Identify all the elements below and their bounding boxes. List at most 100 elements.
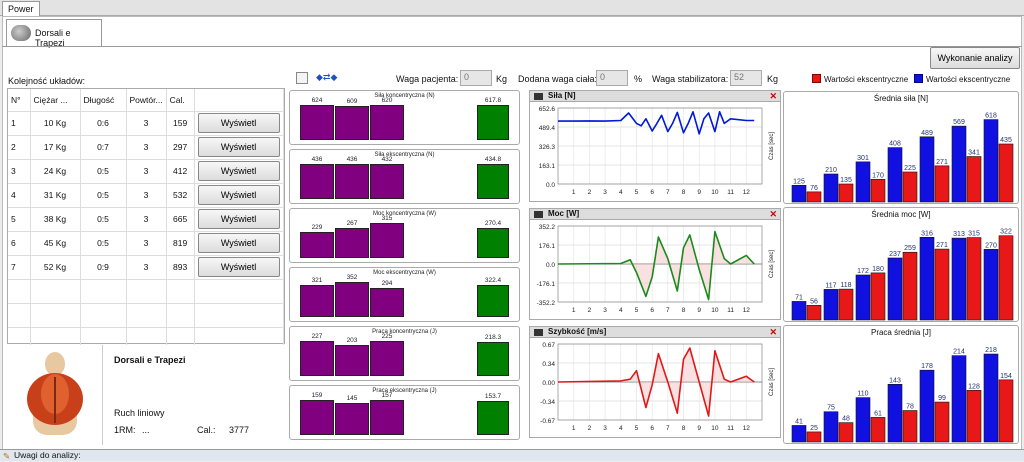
col-length[interactable]: Długość	[80, 89, 127, 112]
table-cell: 0:5	[80, 207, 127, 232]
table-cell: 159	[166, 111, 195, 136]
sequence-label: Kolejność układów:	[8, 76, 86, 86]
bar	[919, 237, 935, 321]
x-tick-label: 9	[697, 425, 701, 432]
table-row[interactable]: 2 17 Kg 0:7 3 297 Wyświetl	[8, 135, 285, 160]
col-reps[interactable]: Powtór...	[126, 89, 167, 112]
table-cell: 0:5	[80, 183, 127, 208]
bar	[934, 165, 950, 203]
series-line	[557, 230, 755, 301]
analysis-button[interactable]: Wykonanie analizy	[930, 47, 1020, 69]
show-button[interactable]: Wyświetl	[197, 161, 280, 181]
bar	[823, 173, 839, 203]
bar-value-label: 128	[968, 383, 980, 390]
tab-power[interactable]: Power	[2, 1, 40, 16]
tab-dorsali[interactable]: Dorsali e Trapezi	[6, 19, 102, 48]
table-cell	[8, 303, 31, 328]
line-chart-panel: Szybkość [m/s] ✕ 0.67 0.34 0.00 -0.34 -0.67 1 2 3…	[529, 326, 781, 438]
bar	[838, 288, 854, 321]
bar-value-label: 270	[985, 242, 997, 249]
mini-bar	[370, 287, 404, 317]
close-icon[interactable]: ✕	[769, 209, 777, 220]
x-tick-label: 2	[588, 307, 592, 314]
bar-value-label: 172	[857, 268, 869, 275]
table-cell	[126, 279, 167, 304]
bar-value-label: 237	[889, 251, 901, 258]
mini-chart-title: Moc koncentryczna (W)	[372, 211, 436, 217]
stab-weight-input[interactable]: 52	[730, 70, 762, 86]
close-icon[interactable]: ✕	[769, 327, 777, 338]
table-cell: 5	[8, 207, 31, 232]
mini-avg-label: 617.8	[484, 97, 502, 105]
mini-bar	[300, 340, 334, 376]
x-tick-label: 7	[666, 425, 670, 432]
bar	[902, 171, 918, 203]
x-tick-label: 1	[572, 307, 576, 314]
dumbbell-icon	[11, 25, 31, 41]
table-cell	[80, 279, 127, 304]
bar	[902, 251, 918, 321]
stab-weight-label: Waga stabilizatora:	[652, 74, 729, 84]
table-row[interactable]: 7 52 Kg 0:9 3 893 Wyświetl	[8, 255, 285, 280]
col-cal[interactable]: Cal.	[166, 89, 195, 112]
table-row[interactable]: 5 38 Kg 0:5 3 665 Wyświetl	[8, 207, 285, 232]
bar	[870, 272, 886, 321]
bar	[983, 119, 999, 203]
show-button[interactable]: Wyświetl	[197, 185, 280, 205]
bar-value-label: 78	[906, 404, 914, 411]
exercise-info: Dorsali e Trapezi Ruch liniowy 1RM: ... …	[7, 345, 285, 445]
table-cell: 7	[8, 255, 31, 280]
compare-icon[interactable]: ◆⇄◆	[316, 72, 346, 84]
mini-bar	[370, 341, 404, 376]
bar-value-label: 316	[921, 230, 933, 237]
table-row[interactable]: 1 10 Kg 0:6 3 159 Wyświetl	[8, 111, 285, 136]
bar	[934, 401, 950, 443]
bar-value-label: 125	[793, 178, 805, 185]
bar-value-label: 435	[1000, 137, 1012, 144]
mini-bar-label: 315	[381, 214, 393, 222]
chart-view-icon[interactable]	[296, 72, 308, 84]
col-action	[194, 89, 285, 112]
mini-bar-label: 352	[346, 273, 358, 281]
table-cell: 3	[126, 183, 167, 208]
table-row[interactable]: 4 31 Kg 0:5 3 532 Wyświetl	[8, 183, 285, 208]
mini-bar-label: 321	[311, 276, 323, 284]
table-row[interactable]: 3 24 Kg 0:5 3 412 Wyświetl	[8, 159, 285, 184]
bar-value-label: 170	[872, 172, 884, 179]
x-tick-label: 11	[727, 189, 734, 196]
bar-value-label: 110	[857, 391, 868, 398]
table-row[interactable]: 6 45 Kg 0:5 3 819 Wyświetl	[8, 231, 285, 256]
bar-chart-panel: Średnia moc [W] 71 56 117 118 172 180 237 259 316…	[783, 207, 1019, 322]
x-tick-label: 11	[727, 307, 734, 314]
x-tick-label: 6	[650, 425, 654, 432]
show-button[interactable]: Wyświetl	[197, 137, 280, 157]
table-cell: 38 Kg	[30, 207, 81, 232]
bar-value-label: 76	[810, 185, 818, 192]
bar-value-label: 489	[921, 130, 933, 137]
mini-bar-label: 267	[346, 220, 358, 228]
table-cell: 31 Kg	[30, 183, 81, 208]
col-n[interactable]: N°	[8, 89, 31, 112]
notes-bar[interactable]: ✎ Uwagi do analizy:	[0, 449, 1024, 461]
added-weight-input[interactable]: 0	[596, 70, 628, 86]
patient-weight-input[interactable]: 0	[460, 70, 492, 86]
bar-value-label: 135	[840, 177, 852, 184]
y-tick-label: 0.67	[542, 342, 555, 349]
show-button[interactable]: Wyświetl	[197, 233, 280, 253]
x-tick-label: 9	[697, 189, 701, 196]
y-tick-label: 652.6	[539, 106, 556, 113]
table-cell: 3	[126, 111, 167, 136]
bar-value-label: 71	[795, 294, 803, 301]
show-button[interactable]: Wyświetl	[197, 257, 280, 277]
mini-avg-label: 434.8	[484, 155, 502, 163]
close-icon[interactable]: ✕	[769, 91, 777, 102]
bar-value-label: 99	[938, 395, 946, 402]
show-button[interactable]: Wyświetl	[197, 113, 280, 133]
bar-value-label: 210	[825, 167, 837, 174]
col-weight[interactable]: Ciężar ...	[30, 89, 81, 112]
bar	[887, 147, 903, 203]
show-button[interactable]: Wyświetl	[197, 209, 280, 229]
movement-type: Ruch liniowy	[114, 408, 165, 418]
bar-value-label: 618	[985, 113, 997, 120]
mini-avg-bar	[477, 342, 509, 376]
